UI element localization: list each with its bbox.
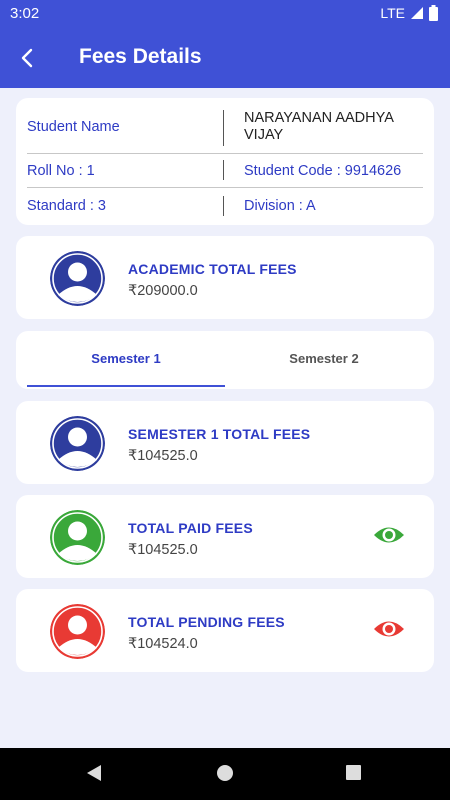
fee-title: SEMESTER 1 TOTAL FEES bbox=[128, 426, 311, 442]
student-code: Student Code : 9914626 bbox=[244, 163, 402, 179]
fee-title: TOTAL PENDING FEES bbox=[128, 614, 285, 630]
pending-fees-card: TOTAL PENDING FEES ₹104524.0 bbox=[16, 589, 434, 672]
tab-label: Semester 1 bbox=[91, 351, 161, 366]
eye-icon[interactable] bbox=[373, 524, 405, 546]
avatar-icon bbox=[50, 251, 105, 306]
avatar-icon bbox=[50, 416, 105, 471]
divider bbox=[223, 196, 224, 216]
semester-tabs: Semester 1 Semester 2 bbox=[16, 331, 434, 389]
nav-recents-icon[interactable] bbox=[346, 764, 362, 780]
network-type: LTE bbox=[380, 5, 405, 21]
eye-icon[interactable] bbox=[373, 618, 405, 640]
student-info-card: Student Name NARAYANAN AADHYA VIJAY Roll… bbox=[16, 98, 434, 225]
standard: Standard : 3 bbox=[27, 198, 106, 214]
tab-semester-1[interactable]: Semester 1 bbox=[27, 331, 225, 389]
status-time: 3:02 bbox=[10, 5, 40, 22]
page-title: Fees Details bbox=[79, 45, 202, 68]
student-name-value: NARAYANAN AADHYA VIJAY bbox=[244, 110, 394, 143]
fee-amount: ₹104525.0 bbox=[128, 542, 198, 558]
system-nav-bar bbox=[0, 748, 450, 800]
division: Division : A bbox=[244, 198, 316, 214]
semester-total-card: SEMESTER 1 TOTAL FEES ₹104525.0 bbox=[16, 401, 434, 484]
battery-icon bbox=[429, 5, 438, 21]
divider bbox=[223, 110, 224, 146]
student-name-row: Student Name NARAYANAN AADHYA VIJAY bbox=[27, 110, 423, 150]
signal-icon bbox=[411, 7, 423, 19]
avatar-icon bbox=[50, 604, 105, 659]
row-separator bbox=[27, 153, 423, 154]
student-name-label: Student Name bbox=[27, 119, 120, 135]
paid-fees-card: TOTAL PAID FEES ₹104525.0 bbox=[16, 495, 434, 578]
divider bbox=[223, 160, 224, 180]
back-arrow-icon[interactable] bbox=[14, 44, 42, 72]
roll-row: Roll No : 1 Student Code : 9914626 bbox=[27, 162, 423, 182]
row-separator bbox=[27, 187, 423, 188]
fee-title: TOTAL PAID FEES bbox=[128, 520, 253, 536]
academic-total-card: ACADEMIC TOTAL FEES ₹209000.0 bbox=[16, 236, 434, 319]
status-bar: 3:02 LTE bbox=[0, 0, 450, 28]
fee-amount: ₹209000.0 bbox=[128, 283, 198, 299]
app-bar: Fees Details bbox=[0, 28, 450, 88]
tab-indicator bbox=[27, 385, 225, 387]
tab-semester-2[interactable]: Semester 2 bbox=[225, 331, 423, 389]
fee-amount: ₹104524.0 bbox=[128, 636, 198, 652]
fee-amount: ₹104525.0 bbox=[128, 448, 198, 464]
nav-home-icon[interactable] bbox=[216, 764, 234, 782]
avatar-icon bbox=[50, 510, 105, 565]
standard-row: Standard : 3 Division : A bbox=[27, 197, 423, 217]
tab-label: Semester 2 bbox=[289, 351, 359, 366]
roll-number: Roll No : 1 bbox=[27, 163, 95, 179]
fee-title: ACADEMIC TOTAL FEES bbox=[128, 261, 297, 277]
nav-back-icon[interactable] bbox=[85, 764, 103, 782]
